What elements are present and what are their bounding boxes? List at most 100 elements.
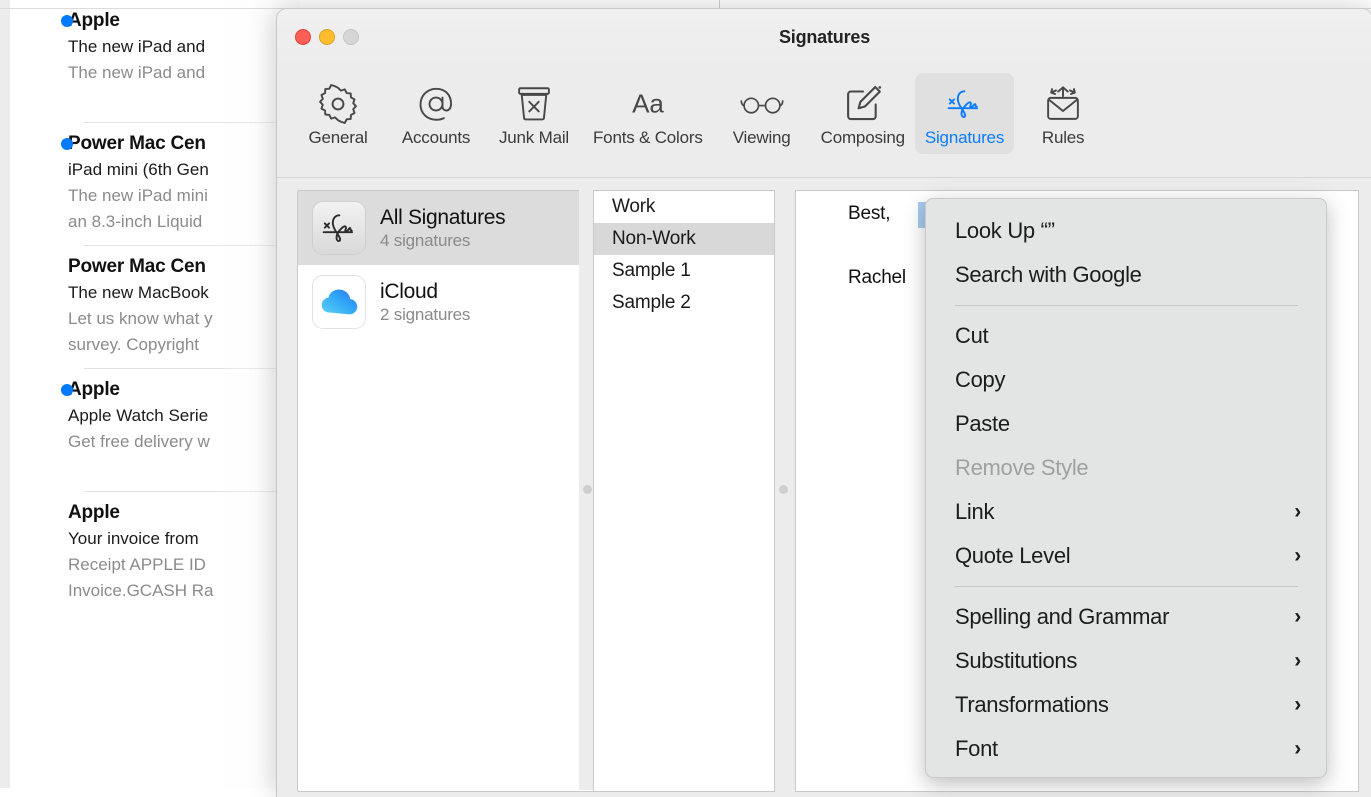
icloud-icon <box>312 275 366 329</box>
context-menu-item-label: Transformations <box>955 692 1109 717</box>
signature-sources-pane: All Signatures 4 signatures iCloud 2 signat… <box>297 190 599 792</box>
context-menu-item-label: Font <box>955 736 998 761</box>
context-menu-item-label: Cut <box>955 323 989 348</box>
mail-message-list[interactable]: Apple The new iPad and The new iPad and Po… <box>10 0 300 788</box>
mail-preview-line: survey. Copyright <box>68 335 200 354</box>
toolbar-tab-label: Composing <box>820 128 905 147</box>
mail-preview-line: Invoice.GCASH Ra <box>68 581 214 600</box>
mail-sender: Apple <box>68 502 120 523</box>
mail-sender: Power Mac Cen <box>68 133 206 154</box>
chevron-right-icon: › <box>1294 544 1301 567</box>
text-context-menu[interactable]: Look Up “” Search with Google Cut Copy Paste… <box>925 198 1327 778</box>
mail-preview-line: The new iPad and <box>68 63 206 82</box>
context-menu-item-copy[interactable]: Copy <box>926 358 1326 402</box>
splitter-grip-icon <box>779 485 788 494</box>
compose-pencil-icon <box>842 81 884 127</box>
gear-icon <box>317 81 359 127</box>
context-menu-item-look-up[interactable]: Look Up “” <box>926 209 1326 253</box>
mail-subject: The new MacBook <box>68 283 209 302</box>
context-menu-item-substitutions[interactable]: Substitutions › <box>926 639 1326 683</box>
context-menu-item-label: Remove Style <box>955 455 1089 480</box>
window-titlebar: Signatures <box>277 9 1371 71</box>
signature-list-item[interactable]: Sample 2 <box>594 287 774 319</box>
toolbar-tab-rules[interactable]: Rules <box>1014 73 1112 154</box>
rules-envelope-icon <box>1042 81 1084 127</box>
context-menu-item-font[interactable]: Font › <box>926 727 1326 771</box>
mail-list-item[interactable]: Power Mac Cen iPad mini (6th Gen The new i… <box>10 123 300 245</box>
toolbar-tab-junk-mail[interactable]: Junk Mail <box>485 73 583 154</box>
signature-source-all-signatures[interactable]: All Signatures 4 signatures <box>298 191 598 265</box>
context-menu-item-quote-level[interactable]: Quote Level › <box>926 534 1326 578</box>
window-title: Signatures <box>778 27 871 47</box>
screen: Apple The new iPad and The new iPad and Po… <box>0 0 1371 797</box>
chevron-right-icon: › <box>1294 605 1301 628</box>
glasses-icon <box>739 81 785 127</box>
mail-preview-line: The new iPad mini <box>68 186 208 205</box>
toolbar-tab-signatures[interactable]: Signatures <box>914 73 1015 154</box>
context-menu-item-label: Look Up “” <box>955 218 1055 243</box>
mail-list-item[interactable]: Apple Apple Watch Serie Get free delivery … <box>10 369 300 491</box>
mail-subject: iPad mini (6th Gen <box>68 160 209 179</box>
source-title: iCloud <box>380 279 438 303</box>
mail-subject: Apple Watch Serie <box>68 406 209 425</box>
preferences-toolbar: General Accounts Junk Mail Aa Fonts & Colors… <box>277 71 1371 178</box>
aa-icon: Aa <box>625 81 671 127</box>
signature-list-pane: Work Non-Work Sample 1 Sample 2 <box>593 190 775 792</box>
context-menu-item-label: Paste <box>955 411 1010 436</box>
toolbar-tab-label: Fonts & Colors <box>593 128 703 147</box>
context-menu-separator <box>955 586 1298 587</box>
context-menu-separator <box>955 305 1298 306</box>
context-menu-item-transformations[interactable]: Transformations › <box>926 683 1326 727</box>
mail-preview-line: Let us know what y <box>68 309 213 328</box>
toolbar-tab-viewing[interactable]: Viewing <box>713 73 811 154</box>
chevron-right-icon: › <box>1294 693 1301 716</box>
toolbar-tab-accounts[interactable]: Accounts <box>387 73 485 154</box>
mail-list-item[interactable]: Power Mac Cen The new MacBook Let us know … <box>10 246 300 368</box>
toolbar-tab-general[interactable]: General <box>289 73 387 154</box>
toolbar-tab-label: General <box>308 128 368 147</box>
context-menu-item-link[interactable]: Link › <box>926 490 1326 534</box>
mail-list-item[interactable]: Apple Your invoice from Receipt APPLE ID In… <box>10 492 300 614</box>
context-menu-item-label: Quote Level <box>955 543 1071 568</box>
mail-sender: Power Mac Cen <box>68 256 206 277</box>
signature-source-icloud[interactable]: iCloud 2 signatures <box>298 265 598 339</box>
mail-sender: Apple <box>68 10 120 31</box>
signature-line-2: Rachel <box>848 267 906 288</box>
mail-list-item[interactable]: Apple The new iPad and The new iPad and <box>10 0 300 122</box>
mail-preview-line: Get free delivery w <box>68 432 210 451</box>
toolbar-tab-label: Viewing <box>732 128 791 147</box>
signature-line-1: Best, <box>848 203 891 224</box>
toolbar-tab-label: Rules <box>1041 128 1085 147</box>
toolbar-tab-fonts-colors[interactable]: Aa Fonts & Colors <box>583 73 713 154</box>
context-menu-item-label: Spelling and Grammar <box>955 604 1170 629</box>
toolbar-tab-label: Junk Mail <box>498 128 569 147</box>
chevron-right-icon: › <box>1294 500 1301 523</box>
context-menu-item-spelling-and-grammar[interactable]: Spelling and Grammar › <box>926 595 1326 639</box>
source-title: All Signatures <box>380 205 506 229</box>
source-subtitle: 4 signatures <box>380 230 471 250</box>
splitter-handle-right[interactable] <box>775 190 793 790</box>
signature-list-item[interactable]: Sample 1 <box>594 255 774 287</box>
context-menu-item-label: Substitutions <box>955 648 1078 673</box>
unread-indicator-dot <box>61 384 73 396</box>
mail-subject: The new iPad and <box>68 37 206 56</box>
signature-list-item[interactable]: Non-Work <box>594 223 774 255</box>
mail-preview-line: Receipt APPLE ID <box>68 555 206 574</box>
source-subtitle: 2 signatures <box>380 304 471 324</box>
signature-icon <box>941 81 987 127</box>
chevron-right-icon: › <box>1294 649 1301 672</box>
signature-list-item[interactable]: Work <box>594 191 774 223</box>
unread-indicator-dot <box>61 138 73 150</box>
context-menu-item-cut[interactable]: Cut <box>926 314 1326 358</box>
context-menu-item-label: Search with Google <box>955 262 1142 287</box>
svg-text:Aa: Aa <box>632 88 664 118</box>
toolbar-tab-composing[interactable]: Composing <box>811 73 915 154</box>
mail-preview-line: an 8.3-inch Liquid <box>68 212 203 231</box>
context-menu-item-search-with-google[interactable]: Search with Google <box>926 253 1326 297</box>
mail-sender: Apple <box>68 379 120 400</box>
at-sign-icon <box>415 81 457 127</box>
context-menu-item-paste[interactable]: Paste <box>926 402 1326 446</box>
toolbar-tab-label: Accounts <box>401 128 471 147</box>
context-menu-item-label: Copy <box>955 367 1006 392</box>
context-menu-item-remove-style: Remove Style <box>926 446 1326 490</box>
